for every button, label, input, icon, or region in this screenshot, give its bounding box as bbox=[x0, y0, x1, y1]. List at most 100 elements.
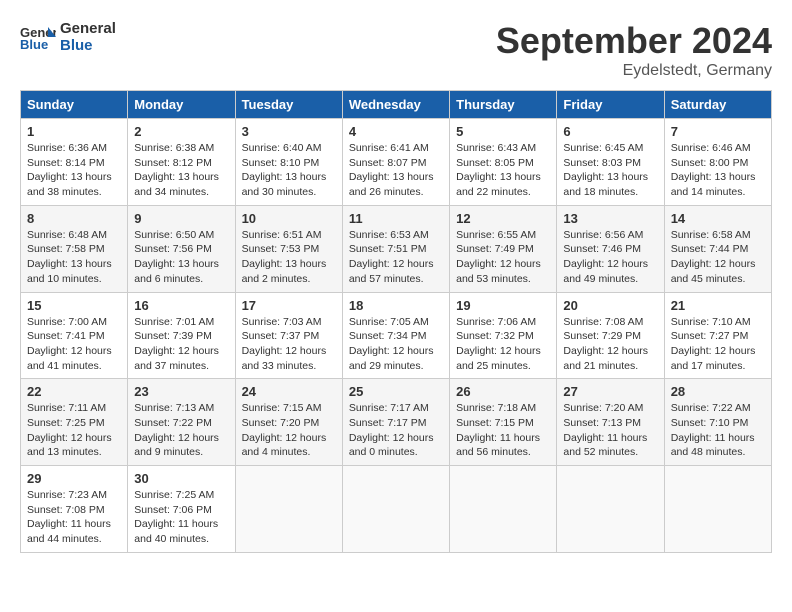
day-number: 15 bbox=[27, 298, 121, 313]
day-number: 26 bbox=[456, 384, 550, 399]
table-row: 11Sunrise: 6:53 AMSunset: 7:51 PMDayligh… bbox=[342, 205, 449, 292]
day-number: 23 bbox=[134, 384, 228, 399]
day-number: 2 bbox=[134, 124, 228, 139]
header-thursday: Thursday bbox=[450, 91, 557, 119]
header-monday: Monday bbox=[128, 91, 235, 119]
day-info: Sunrise: 6:58 AMSunset: 7:44 PMDaylight:… bbox=[671, 228, 765, 287]
day-number: 3 bbox=[242, 124, 336, 139]
day-info: Sunrise: 6:56 AMSunset: 7:46 PMDaylight:… bbox=[563, 228, 657, 287]
day-info: Sunrise: 7:23 AMSunset: 7:08 PMDaylight:… bbox=[27, 488, 121, 547]
logo-blue-text: Blue bbox=[60, 37, 116, 54]
table-row: 24 Sunrise: 7:15 AMSunset: 7:20 PMDayligh… bbox=[235, 379, 342, 466]
table-row: 21Sunrise: 7:10 AMSunset: 7:27 PMDayligh… bbox=[664, 292, 771, 379]
day-number: 1 bbox=[27, 124, 121, 139]
day-number: 12 bbox=[456, 211, 550, 226]
header-sunday: Sunday bbox=[21, 91, 128, 119]
day-number: 19 bbox=[456, 298, 550, 313]
day-number: 25 bbox=[349, 384, 443, 399]
day-number: 13 bbox=[563, 211, 657, 226]
day-number: 6 bbox=[563, 124, 657, 139]
day-number: 21 bbox=[671, 298, 765, 313]
day-info: Sunrise: 7:13 AMSunset: 7:22 PMDaylight:… bbox=[134, 401, 228, 460]
month-title: September 2024 bbox=[496, 20, 772, 62]
header-saturday: Saturday bbox=[664, 91, 771, 119]
day-info: Sunrise: 7:18 AMSunset: 7:15 PMDaylight:… bbox=[456, 401, 550, 460]
table-row: 7 Sunrise: 6:46 AMSunset: 8:00 PMDaylight… bbox=[664, 119, 771, 206]
table-row: 14 Sunrise: 6:58 AMSunset: 7:44 PMDayligh… bbox=[664, 205, 771, 292]
logo: General Blue General Blue bbox=[20, 20, 116, 54]
day-number: 9 bbox=[134, 211, 228, 226]
table-row: 30 Sunrise: 7:25 AMSunset: 7:06 PMDayligh… bbox=[128, 466, 235, 553]
table-row: 16Sunrise: 7:01 AMSunset: 7:39 PMDayligh… bbox=[128, 292, 235, 379]
table-row: 26 Sunrise: 7:18 AMSunset: 7:15 PMDayligh… bbox=[450, 379, 557, 466]
day-info: Sunrise: 6:41 AMSunset: 8:07 PMDaylight:… bbox=[349, 141, 443, 200]
day-info: Sunrise: 7:15 AMSunset: 7:20 PMDaylight:… bbox=[242, 401, 336, 460]
day-info: Sunrise: 6:38 AMSunset: 8:12 PMDaylight:… bbox=[134, 141, 228, 200]
page-header: General Blue General Blue September 2024… bbox=[20, 20, 772, 80]
header-friday: Friday bbox=[557, 91, 664, 119]
location: Eydelstedt, Germany bbox=[496, 62, 772, 80]
table-row: 18 Sunrise: 7:05 AMSunset: 7:34 PMDayligh… bbox=[342, 292, 449, 379]
table-row: 19Sunrise: 7:06 AMSunset: 7:32 PMDayligh… bbox=[450, 292, 557, 379]
day-info: Sunrise: 6:43 AMSunset: 8:05 PMDaylight:… bbox=[456, 141, 550, 200]
table-row: 4 Sunrise: 6:41 AMSunset: 8:07 PMDaylight… bbox=[342, 119, 449, 206]
day-number: 11 bbox=[349, 211, 443, 226]
day-info: Sunrise: 7:17 AMSunset: 7:17 PMDaylight:… bbox=[349, 401, 443, 460]
day-number: 5 bbox=[456, 124, 550, 139]
day-info: Sunrise: 7:25 AMSunset: 7:06 PMDaylight:… bbox=[134, 488, 228, 547]
table-row bbox=[235, 466, 342, 553]
day-info: Sunrise: 7:05 AMSunset: 7:34 PMDaylight:… bbox=[349, 315, 443, 374]
table-row bbox=[664, 466, 771, 553]
day-number: 10 bbox=[242, 211, 336, 226]
day-info: Sunrise: 6:55 AMSunset: 7:49 PMDaylight:… bbox=[456, 228, 550, 287]
day-number: 14 bbox=[671, 211, 765, 226]
day-info: Sunrise: 7:03 AMSunset: 7:37 PMDaylight:… bbox=[242, 315, 336, 374]
table-row: 29 Sunrise: 7:23 AMSunset: 7:08 PMDayligh… bbox=[21, 466, 128, 553]
day-number: 18 bbox=[349, 298, 443, 313]
day-number: 8 bbox=[27, 211, 121, 226]
table-row bbox=[342, 466, 449, 553]
calendar-week-row: 1Sunrise: 6:36 AMSunset: 8:14 PMDaylight… bbox=[21, 119, 772, 206]
table-row: 9Sunrise: 6:50 AMSunset: 7:56 PMDaylight… bbox=[128, 205, 235, 292]
table-row: 22 Sunrise: 7:11 AMSunset: 7:25 PMDayligh… bbox=[21, 379, 128, 466]
table-row: 15Sunrise: 7:00 AMSunset: 7:41 PMDayligh… bbox=[21, 292, 128, 379]
day-number: 20 bbox=[563, 298, 657, 313]
day-info: Sunrise: 6:45 AMSunset: 8:03 PMDaylight:… bbox=[563, 141, 657, 200]
calendar-week-row: 8Sunrise: 6:48 AMSunset: 7:58 PMDaylight… bbox=[21, 205, 772, 292]
day-number: 30 bbox=[134, 471, 228, 486]
day-info: Sunrise: 6:51 AMSunset: 7:53 PMDaylight:… bbox=[242, 228, 336, 287]
table-row: 5 Sunrise: 6:43 AMSunset: 8:05 PMDaylight… bbox=[450, 119, 557, 206]
day-number: 27 bbox=[563, 384, 657, 399]
table-row: 8Sunrise: 6:48 AMSunset: 7:58 PMDaylight… bbox=[21, 205, 128, 292]
table-row: 6 Sunrise: 6:45 AMSunset: 8:03 PMDaylight… bbox=[557, 119, 664, 206]
days-header-row: Sunday Monday Tuesday Wednesday Thursday… bbox=[21, 91, 772, 119]
day-number: 22 bbox=[27, 384, 121, 399]
table-row: 1Sunrise: 6:36 AMSunset: 8:14 PMDaylight… bbox=[21, 119, 128, 206]
day-number: 7 bbox=[671, 124, 765, 139]
header-tuesday: Tuesday bbox=[235, 91, 342, 119]
day-info: Sunrise: 7:11 AMSunset: 7:25 PMDaylight:… bbox=[27, 401, 121, 460]
table-row: 27Sunrise: 7:20 AMSunset: 7:13 PMDayligh… bbox=[557, 379, 664, 466]
day-info: Sunrise: 7:08 AMSunset: 7:29 PMDaylight:… bbox=[563, 315, 657, 374]
calendar-week-row: 15Sunrise: 7:00 AMSunset: 7:41 PMDayligh… bbox=[21, 292, 772, 379]
calendar-week-row: 29 Sunrise: 7:23 AMSunset: 7:08 PMDayligh… bbox=[21, 466, 772, 553]
day-number: 29 bbox=[27, 471, 121, 486]
day-info: Sunrise: 6:40 AMSunset: 8:10 PMDaylight:… bbox=[242, 141, 336, 200]
table-row: 13 Sunrise: 6:56 AMSunset: 7:46 PMDayligh… bbox=[557, 205, 664, 292]
table-row: 3 Sunrise: 6:40 AMSunset: 8:10 PMDaylight… bbox=[235, 119, 342, 206]
table-row: 20 Sunrise: 7:08 AMSunset: 7:29 PMDayligh… bbox=[557, 292, 664, 379]
calendar-week-row: 22 Sunrise: 7:11 AMSunset: 7:25 PMDayligh… bbox=[21, 379, 772, 466]
day-number: 24 bbox=[242, 384, 336, 399]
logo-icon: General Blue bbox=[20, 23, 56, 51]
table-row: 23 Sunrise: 7:13 AMSunset: 7:22 PMDayligh… bbox=[128, 379, 235, 466]
day-number: 4 bbox=[349, 124, 443, 139]
day-info: Sunrise: 6:46 AMSunset: 8:00 PMDaylight:… bbox=[671, 141, 765, 200]
title-block: September 2024 Eydelstedt, Germany bbox=[496, 20, 772, 80]
calendar-table: Sunday Monday Tuesday Wednesday Thursday… bbox=[20, 90, 772, 553]
day-info: Sunrise: 7:22 AMSunset: 7:10 PMDaylight:… bbox=[671, 401, 765, 460]
table-row bbox=[557, 466, 664, 553]
table-row bbox=[450, 466, 557, 553]
table-row: 2 Sunrise: 6:38 AMSunset: 8:12 PMDaylight… bbox=[128, 119, 235, 206]
day-number: 17 bbox=[242, 298, 336, 313]
svg-text:Blue: Blue bbox=[20, 37, 48, 51]
